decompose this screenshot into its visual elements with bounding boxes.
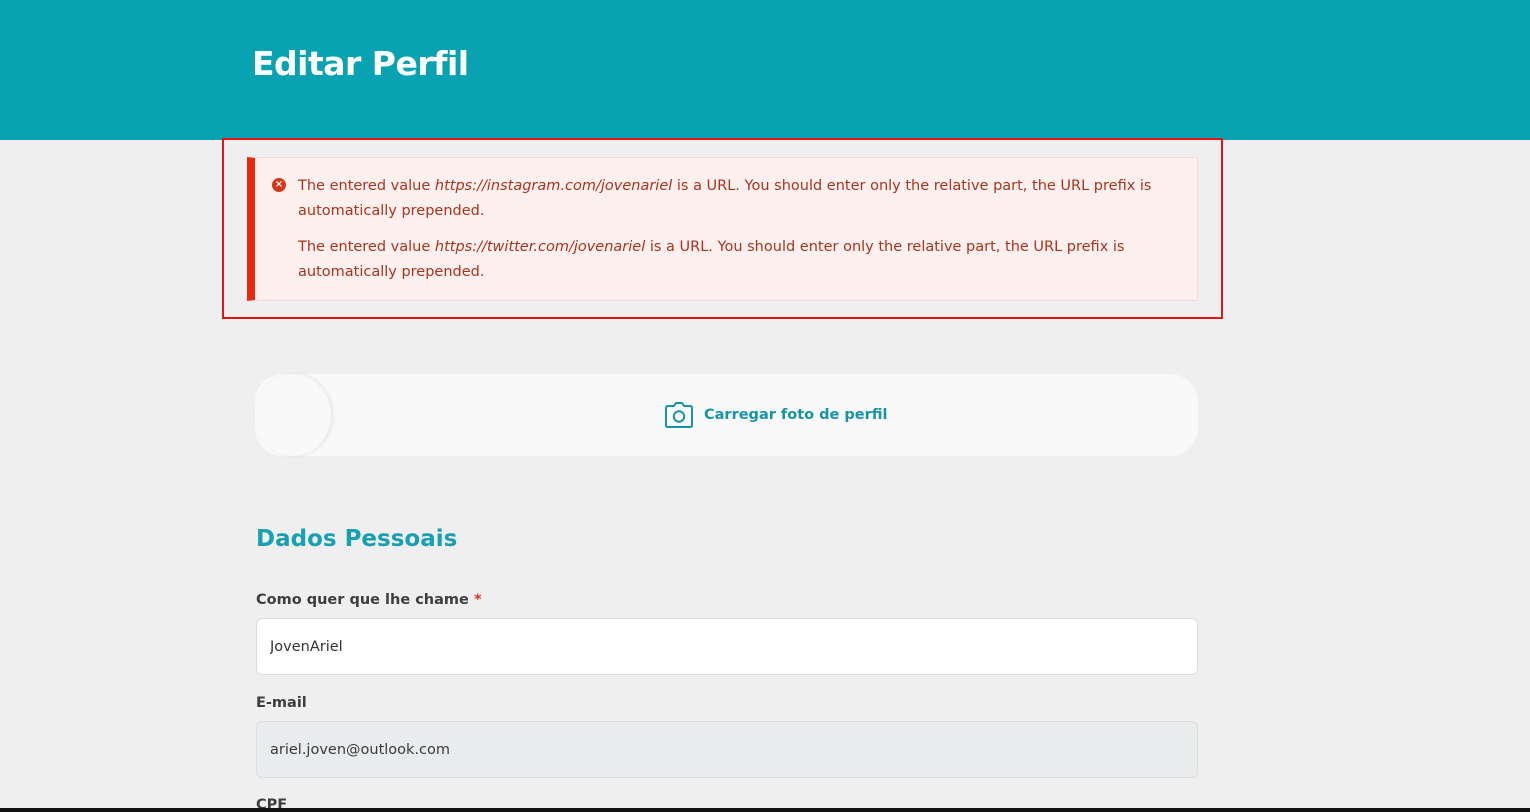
alert-message-twitter: The entered value https://twitter.com/jo… <box>298 239 1125 280</box>
avatar <box>255 374 331 456</box>
page-title: Editar Perfil <box>252 44 469 83</box>
upload-photo-button[interactable]: Carregar foto de perfil <box>665 401 887 429</box>
error-alert: × The entered value https://instagram.co… <box>247 157 1198 301</box>
profile-photo-bar: Carregar foto de perfil <box>255 374 1198 456</box>
required-mark: * <box>473 592 482 608</box>
section-title-personal-data: Dados Pessoais <box>256 526 458 552</box>
upload-photo-label: Carregar foto de perfil <box>704 407 888 423</box>
alert-url-instagram: https://instagram.com/jovenariel <box>434 178 673 194</box>
email-input[interactable] <box>256 721 1198 778</box>
name-input[interactable] <box>256 618 1198 675</box>
alert-url-twitter: https://twitter.com/jovenariel <box>434 239 646 255</box>
error-circle-icon: × <box>272 178 286 192</box>
window-bottom-edge <box>0 808 1530 812</box>
alert-message-instagram: The entered value https://instagram.com/… <box>298 178 1152 219</box>
name-field-label: Como quer que lhe chame * <box>256 592 482 608</box>
email-field-label: E-mail <box>256 695 307 711</box>
camera-icon <box>665 402 693 428</box>
page-header: Editar Perfil <box>0 0 1530 140</box>
